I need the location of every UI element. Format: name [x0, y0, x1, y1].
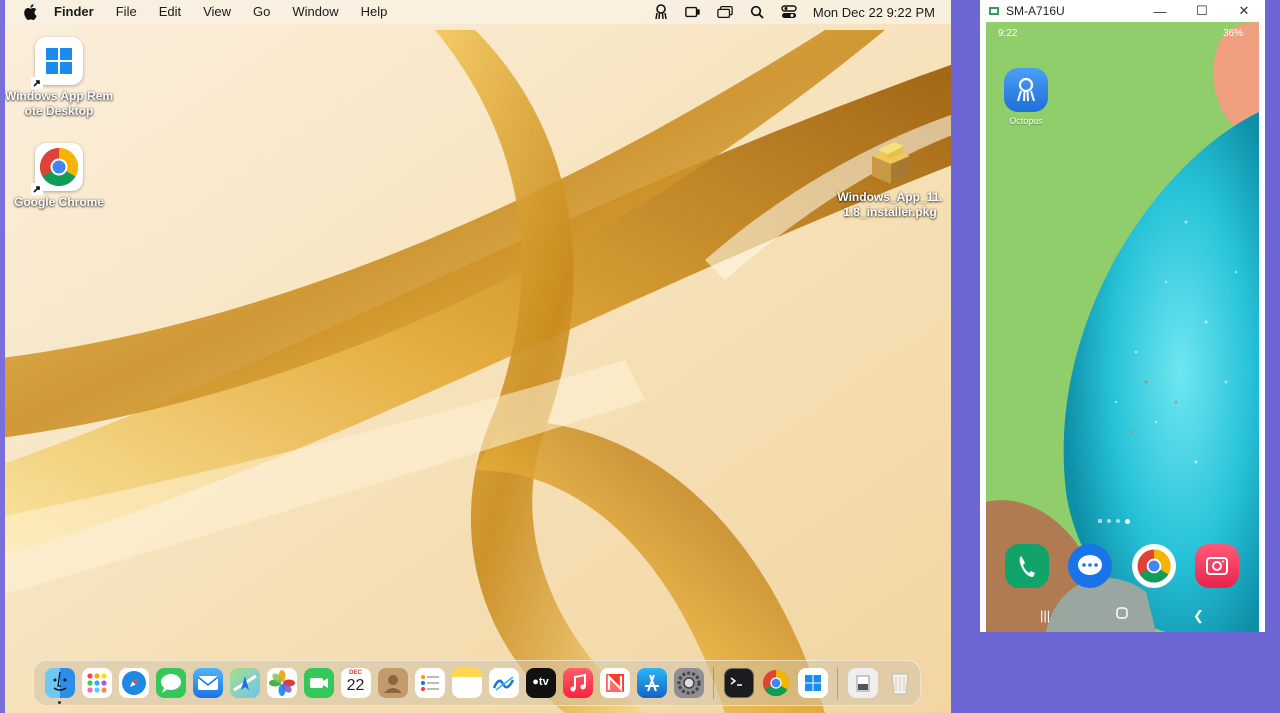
finder-icon[interactable]	[44, 668, 75, 704]
trash-icon[interactable]	[885, 668, 915, 698]
octopus-app-label: Octopus	[1009, 116, 1043, 126]
phone-window-titlebar[interactable]: SM-A716U — ☐ ✕	[980, 0, 1265, 22]
music-icon[interactable]	[562, 668, 593, 698]
screen-mirroring-icon[interactable]	[717, 4, 733, 20]
page-indicator	[1098, 519, 1130, 524]
close-button[interactable]: ✕	[1223, 0, 1265, 22]
terminal-icon[interactable]	[723, 668, 754, 698]
menu-edit[interactable]: Edit	[148, 0, 192, 24]
octopus-status-icon[interactable]	[653, 4, 669, 20]
dock: DEC 22 ●tv	[33, 660, 921, 706]
octopus-app-icon	[1004, 68, 1048, 112]
notes-icon[interactable]	[451, 668, 482, 698]
phone-status-bar: 9:22 36%	[986, 28, 1259, 42]
phone-clock: 9:22	[998, 28, 1018, 39]
menu-view[interactable]: View	[192, 0, 242, 24]
photos-icon[interactable]	[266, 668, 297, 698]
dock-separator	[713, 667, 714, 699]
phone-window-title: SM-A716U	[1006, 4, 1065, 18]
android-window-icon	[989, 7, 999, 15]
facetime-icon[interactable]	[303, 668, 334, 698]
dock-separator	[837, 667, 838, 699]
desktop-icon-windows-app[interactable]: Windows App Remote Desktop	[5, 37, 114, 119]
maximize-button[interactable]: ☐	[1181, 0, 1223, 22]
contacts-icon[interactable]	[377, 668, 408, 698]
menu-bar: Finder File Edit View Go Window Help Mon…	[5, 0, 951, 24]
menu-go[interactable]: Go	[242, 0, 281, 24]
menu-help[interactable]: Help	[350, 0, 399, 24]
recent-apps-button[interactable]: |||	[1040, 608, 1050, 623]
menu-app-name[interactable]: Finder	[43, 0, 105, 24]
octopus-app[interactable]: Octopus	[1004, 68, 1048, 126]
windows-app-dock-icon[interactable]	[797, 668, 828, 698]
phone-app-icon[interactable]	[1005, 544, 1049, 588]
screen-record-icon[interactable]	[685, 4, 701, 20]
menu-clock[interactable]: Mon Dec 22 9:22 PM	[813, 5, 935, 20]
alias-arrow-icon	[31, 183, 43, 195]
phone-battery: 36%	[1222, 28, 1243, 39]
chrome-app-icon[interactable]	[1132, 544, 1176, 588]
chrome-icon	[31, 143, 83, 195]
calendar-month: DEC	[349, 670, 362, 676]
back-button[interactable]: ❮	[1193, 608, 1204, 624]
apple-tv-icon[interactable]: ●tv	[525, 668, 556, 698]
menu-window[interactable]: Window	[281, 0, 349, 24]
apple-menu-icon[interactable]	[23, 4, 37, 20]
desktop-icon-label: Google Chrome	[13, 195, 104, 209]
package-icon	[866, 138, 914, 186]
mail-icon[interactable]	[192, 668, 223, 698]
control-center-icon[interactable]	[781, 4, 797, 20]
desktop-icon-installer-pkg[interactable]: Windows_App_11.1.8_installer.pkg	[835, 138, 945, 220]
news-icon[interactable]	[599, 668, 630, 698]
messages-icon[interactable]	[155, 668, 186, 698]
safari-icon[interactable]	[118, 668, 149, 698]
alias-arrow-icon	[31, 77, 43, 89]
maps-icon[interactable]	[229, 668, 260, 698]
spotlight-search-icon[interactable]	[749, 4, 765, 20]
freeform-icon[interactable]	[488, 668, 519, 698]
phone-screen[interactable]: 9:22 36% Octopus ||| ❮	[986, 22, 1259, 632]
calendar-icon[interactable]: DEC 22	[340, 668, 371, 698]
app-store-icon[interactable]	[636, 668, 667, 698]
home-button[interactable]	[1115, 606, 1129, 623]
chrome-dock-icon[interactable]	[761, 668, 791, 698]
desktop-icon-label: Windows_App_11.1.8_installer.pkg	[837, 190, 943, 219]
running-indicator	[57, 701, 61, 704]
windows-app-icon	[31, 37, 83, 89]
minimize-button[interactable]: —	[1139, 0, 1181, 22]
wallpaper	[5, 30, 951, 713]
launchpad-icon[interactable]	[81, 668, 112, 698]
phone-mirror-window: SM-A716U — ☐ ✕ 9:22 36% Octopus ||| ❮	[980, 0, 1265, 632]
downloads-stack-icon[interactable]	[847, 668, 878, 698]
messages-app-icon[interactable]	[1068, 544, 1112, 588]
camera-app-icon[interactable]	[1195, 544, 1239, 588]
mac-window-edge	[0, 0, 5, 713]
desktop-icon-google-chrome[interactable]: Google Chrome	[5, 143, 114, 210]
desktop-icon-label: Windows App Remote Desktop	[5, 89, 114, 118]
system-settings-icon[interactable]	[673, 668, 704, 698]
menu-file[interactable]: File	[105, 0, 148, 24]
reminders-icon[interactable]	[414, 668, 445, 698]
macos-desktop: Finder File Edit View Go Window Help Mon…	[5, 0, 951, 713]
calendar-day: 22	[346, 677, 365, 694]
